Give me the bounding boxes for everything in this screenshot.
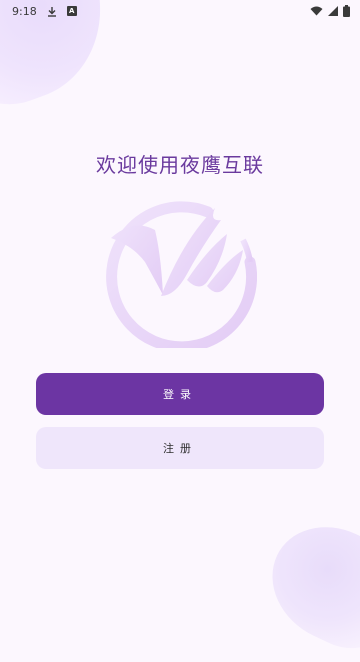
status-time: 9:18 xyxy=(12,4,37,18)
download-icon xyxy=(47,6,57,17)
signal-icon xyxy=(328,6,338,16)
decorative-blob-bottom xyxy=(252,507,360,662)
notification-a-icon: A xyxy=(66,6,77,16)
status-bar: 9:18 A xyxy=(0,0,360,22)
nighthawk-logo-icon xyxy=(103,200,258,353)
battery-icon xyxy=(343,5,350,17)
login-button[interactable]: 登录 xyxy=(36,373,324,415)
register-button[interactable]: 注册 xyxy=(36,427,324,469)
welcome-title: 欢迎使用夜鹰互联 xyxy=(96,153,264,177)
wifi-icon xyxy=(310,6,323,16)
